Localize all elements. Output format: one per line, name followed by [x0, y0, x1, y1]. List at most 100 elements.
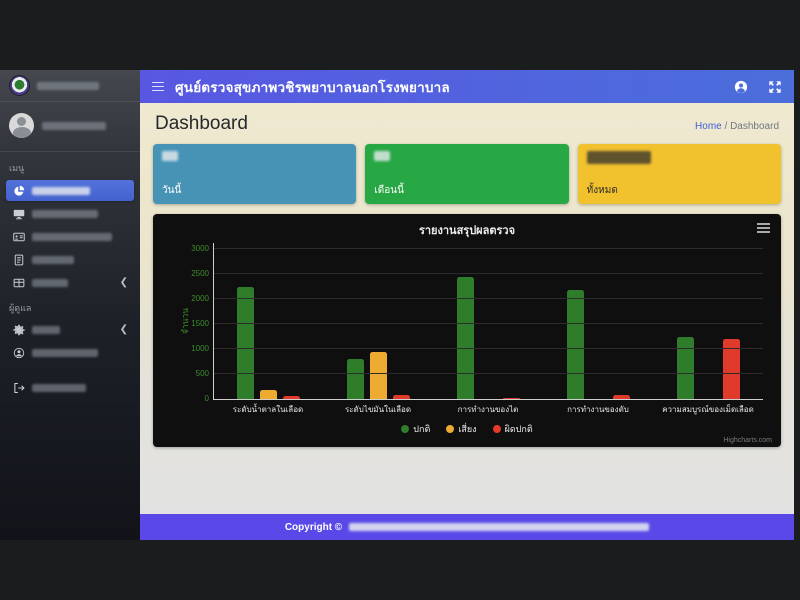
chart-menu-icon[interactable] — [757, 223, 770, 233]
sidebar-item-desktop[interactable] — [6, 203, 134, 224]
x-axis-category-label: การทำงานของตับ — [543, 403, 653, 416]
chevron-left-icon: ❮ — [120, 278, 128, 288]
chevron-left-icon: ❮ — [120, 325, 128, 335]
card-total: ทั้งหมด — [578, 144, 781, 204]
user-circle-icon — [12, 346, 25, 359]
chart-pie-icon — [12, 184, 25, 197]
bar-group — [543, 243, 653, 399]
y-tick-label: 2500 — [191, 269, 209, 278]
copyright-text: Copyright © — [285, 522, 342, 533]
admin-section-label: ผู้ดูแล — [0, 293, 140, 317]
bar-ผิดปกติ — [283, 396, 300, 400]
sidebar-item-gear[interactable]: ❮ — [6, 319, 134, 340]
sidebar: เมนู ❮ ผู้ดูแล ❮ — [0, 70, 140, 540]
username-redacted — [42, 122, 106, 130]
bar-ปกติ — [677, 337, 694, 400]
y-tick-label: 1000 — [191, 344, 209, 353]
main-area: ศูนย์ตรวจสุขภาพวชิรพยาบาลนอกโรงพยาบาล Da… — [140, 70, 794, 540]
legend-item-ปกติ[interactable]: ปกติ — [401, 422, 430, 436]
y-tick-label: 500 — [196, 369, 209, 378]
sidebar-item-label-redacted — [32, 349, 98, 357]
y-tick-label: 3000 — [191, 244, 209, 253]
menu-section-label: เมนู — [0, 152, 140, 178]
app-window: เมนู ❮ ผู้ดูแล ❮ ศูนย์ตรวจสุขภาพวชิรพยาบาล… — [0, 70, 794, 540]
sidebar-item-id-card[interactable] — [6, 226, 134, 247]
sidebar-item-label-redacted — [32, 233, 112, 241]
legend-item-ผิดปกติ[interactable]: ผิดปกติ — [493, 422, 533, 436]
sidebar-item-table[interactable]: ❮ — [6, 272, 134, 293]
hamburger-icon[interactable] — [152, 82, 164, 92]
brand[interactable] — [0, 70, 140, 102]
y-axis-label: จำนวน — [178, 308, 192, 334]
sidebar-item-label-redacted — [32, 210, 98, 218]
footer-text-redacted — [349, 523, 649, 531]
file-icon — [12, 253, 25, 266]
fullscreen-expand-icon[interactable] — [768, 80, 782, 94]
bar-group — [324, 243, 434, 399]
bar-ผิดปกติ — [503, 398, 520, 400]
logout-icon — [12, 381, 25, 394]
legend-dot-icon — [401, 425, 409, 433]
legend-label: เสี่ยง — [458, 422, 476, 436]
chart-plot: จำนวน 050010001500200025003000 — [213, 243, 763, 400]
x-axis-category-label: ระดับไขมันในเลือด — [323, 403, 433, 416]
gear-icon — [12, 323, 25, 336]
card-total-value-redacted — [587, 151, 651, 164]
brand-name-redacted — [37, 82, 99, 90]
page-title: Dashboard — [155, 113, 248, 135]
legend-dot-icon — [493, 425, 501, 433]
legend-label: ผิดปกติ — [505, 422, 533, 436]
bar-เสี่ยง — [370, 352, 387, 400]
sidebar-item-label-redacted — [32, 384, 86, 392]
y-tick-label: 0 — [205, 394, 209, 403]
sidebar-item-file[interactable] — [6, 249, 134, 270]
sidebar-item-user-circle[interactable] — [6, 342, 134, 363]
bar-เสี่ยง — [260, 390, 277, 399]
bar-ปกติ — [237, 287, 254, 400]
bar-group — [653, 243, 763, 399]
bar-ปกติ — [457, 277, 474, 400]
table-icon — [12, 276, 25, 289]
bar-ปกติ — [567, 290, 584, 399]
bar-group — [214, 243, 324, 399]
highcharts-credits: Highcharts.com — [723, 437, 772, 444]
chart-legend: ปกติ เสี่ยง ผิดปกติ — [165, 422, 769, 436]
card-month: เดือนนี้ — [365, 144, 568, 204]
bar-ผิดปกติ — [613, 395, 630, 399]
x-axis-labels: ระดับน้ำตาลในเลือดระดับไขมันในเลือดการทำ… — [213, 403, 763, 416]
hospital-logo-icon — [9, 75, 30, 96]
breadcrumb-separator: / — [725, 121, 728, 132]
x-axis-category-label: การทำงานของไต — [433, 403, 543, 416]
chart-card: รายงานสรุปผลตรวจ จำนวน 05001000150020002… — [153, 214, 781, 447]
sidebar-item-logout[interactable] — [6, 377, 134, 398]
card-today: วันนี้ — [153, 144, 356, 204]
footer: Copyright © — [140, 514, 794, 540]
content: Dashboard Home / Dashboard วันนี้ เดือนน… — [140, 103, 794, 514]
breadcrumb-home-link[interactable]: Home — [695, 121, 722, 132]
bar-ปกติ — [347, 359, 364, 399]
sidebar-nav: ❮ ผู้ดูแล ❮ — [0, 178, 140, 398]
card-today-value-redacted — [162, 151, 178, 161]
bar-ผิดปกติ — [393, 395, 410, 400]
bar-group — [434, 243, 544, 399]
breadcrumb-current: Dashboard — [730, 121, 779, 132]
avatar — [9, 113, 34, 138]
summary-cards: วันนี้ เดือนนี้ ทั้งหมด — [153, 144, 781, 204]
card-month-value-redacted — [374, 151, 390, 161]
sidebar-item-label-redacted — [32, 326, 60, 334]
user-panel[interactable] — [0, 102, 140, 152]
id-card-icon — [12, 230, 25, 243]
sidebar-item-chart-pie[interactable] — [6, 180, 134, 201]
breadcrumb: Home / Dashboard — [695, 121, 779, 132]
desktop-icon — [12, 207, 25, 220]
sidebar-item-label-redacted — [32, 256, 74, 264]
x-axis-category-label: ความสมบูรณ์ของเม็ดเลือด — [653, 403, 763, 416]
legend-item-เสี่ยง[interactable]: เสี่ยง — [446, 422, 476, 436]
y-tick-label: 2000 — [191, 294, 209, 303]
x-axis-category-label: ระดับน้ำตาลในเลือด — [213, 403, 323, 416]
user-circle-icon[interactable] — [734, 80, 748, 94]
legend-label: ปกติ — [413, 422, 430, 436]
card-month-label: เดือนนี้ — [374, 183, 559, 198]
sidebar-item-label-redacted — [32, 187, 90, 195]
card-today-label: วันนี้ — [162, 183, 347, 198]
